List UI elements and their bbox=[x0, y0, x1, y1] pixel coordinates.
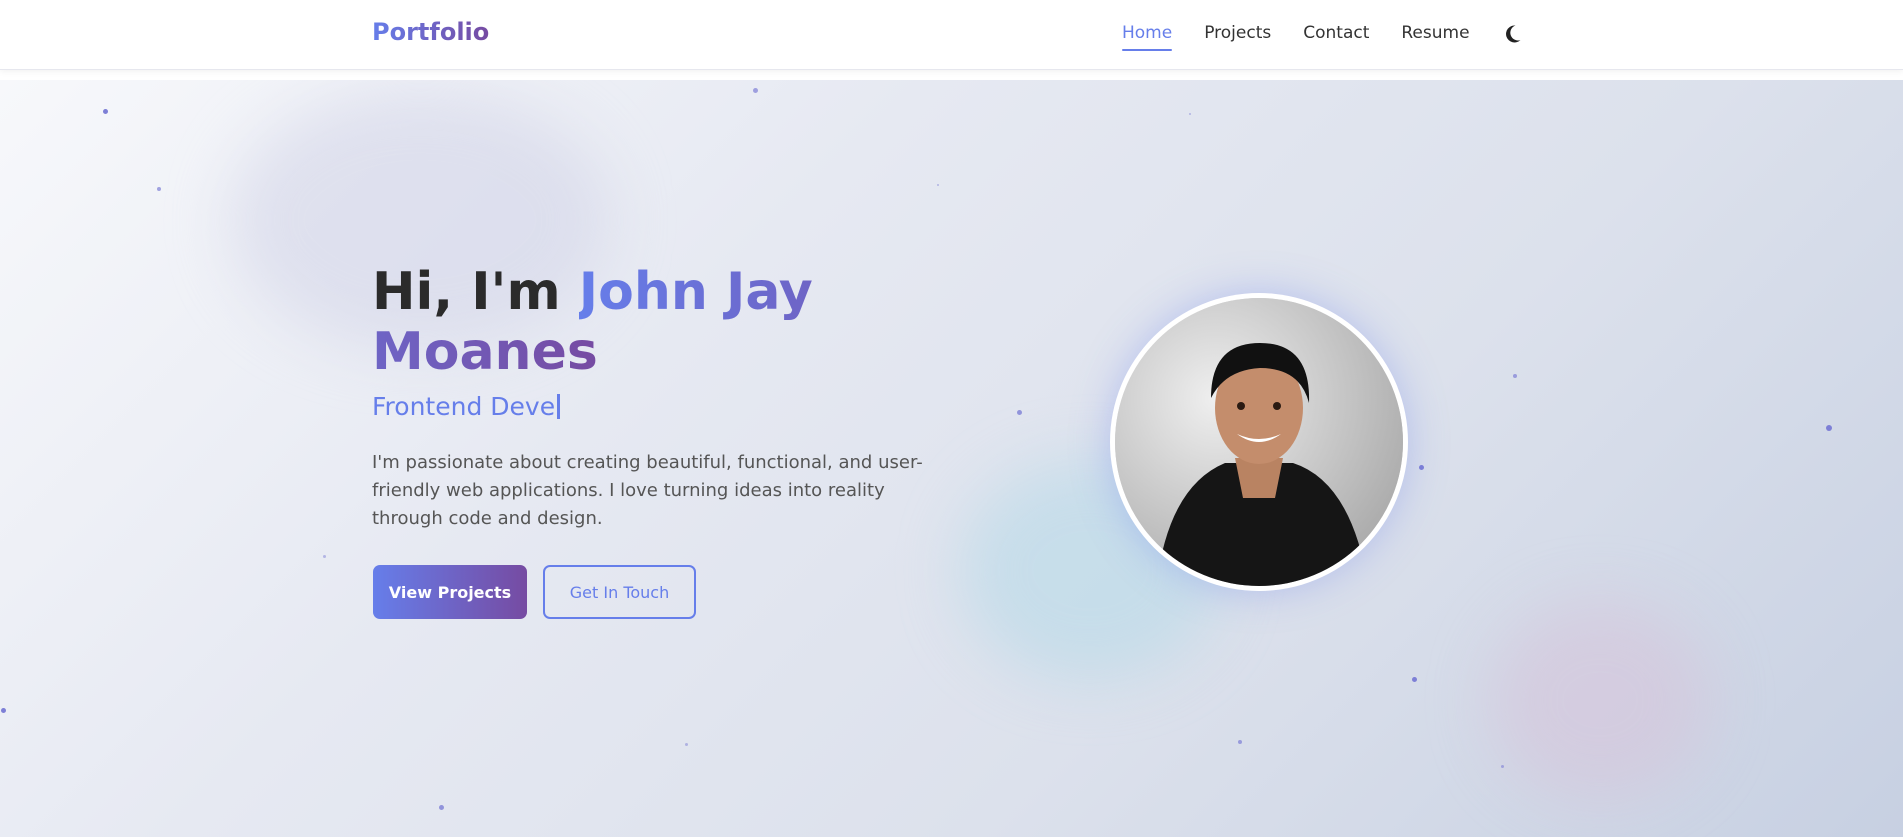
typing-text: Frontend Deve bbox=[372, 392, 556, 421]
get-in-touch-button[interactable]: Get In Touch bbox=[543, 565, 696, 619]
particle-dot bbox=[1419, 465, 1424, 470]
nav-link-home[interactable]: Home bbox=[1122, 23, 1173, 51]
particle-dot bbox=[1, 708, 6, 713]
moon-icon[interactable] bbox=[1500, 22, 1524, 46]
brand-logo[interactable]: Portfolio bbox=[372, 18, 489, 46]
hero-description: I'm passionate about creating beautiful,… bbox=[372, 452, 923, 529]
particle-dot bbox=[1412, 677, 1417, 682]
particle-dot bbox=[1826, 425, 1832, 431]
navbar: Portfolio Home Projects Contact Resume bbox=[0, 0, 1903, 70]
particle-dot bbox=[1513, 374, 1517, 378]
particle-dot bbox=[937, 184, 939, 186]
particle-dot bbox=[157, 187, 161, 191]
particle-dot bbox=[753, 88, 758, 93]
typing-subtitle: Frontend Deve bbox=[372, 392, 561, 421]
greeting-text: Hi, I'm bbox=[372, 262, 579, 322]
particle-dot bbox=[685, 743, 688, 746]
particle-dot bbox=[323, 555, 326, 558]
nav-link-contact[interactable]: Contact bbox=[1303, 23, 1369, 51]
particle-dot bbox=[1238, 740, 1242, 744]
hero-section: Hi, I'm John Jay Moanes Frontend Deve I'… bbox=[0, 80, 1903, 837]
profile-photo bbox=[1115, 298, 1403, 586]
background-blob bbox=[1490, 600, 1710, 800]
particle-dot bbox=[103, 109, 108, 114]
view-projects-button[interactable]: View Projects bbox=[373, 565, 527, 619]
hero-headline: Hi, I'm John Jay Moanes bbox=[372, 262, 932, 382]
particle-dot bbox=[1017, 410, 1022, 415]
particle-dot bbox=[1501, 765, 1504, 768]
nav-link-resume[interactable]: Resume bbox=[1401, 23, 1469, 51]
particle-dot bbox=[1189, 113, 1191, 115]
typing-cursor bbox=[557, 394, 561, 419]
nav-links: Home Projects Contact Resume bbox=[1122, 23, 1502, 51]
particle-dot bbox=[439, 805, 444, 810]
profile-photo-frame bbox=[1110, 293, 1408, 591]
nav-link-projects[interactable]: Projects bbox=[1204, 23, 1271, 51]
